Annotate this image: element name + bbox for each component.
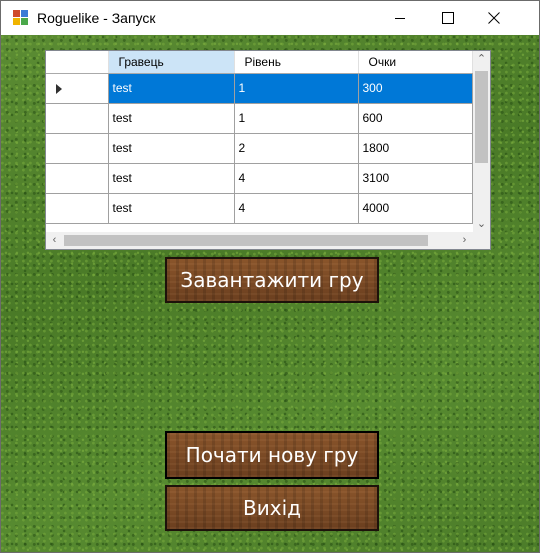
cell-level[interactable]: 2 — [234, 133, 359, 164]
load-game-button[interactable]: Завантажити гру — [165, 257, 379, 303]
scores-grid[interactable]: Гравець Рівень Очки test 1 300 test 1 60… — [45, 50, 491, 250]
grid-header-row: Гравець Рівень Очки — [46, 51, 473, 74]
minimize-button[interactable] — [377, 1, 423, 35]
maximize-icon — [442, 12, 454, 24]
table-row[interactable]: test 4 3100 — [46, 163, 473, 194]
scroll-right-icon[interactable]: › — [456, 232, 473, 249]
minimize-icon — [395, 18, 405, 19]
row-header[interactable] — [46, 73, 109, 104]
horizontal-scrollbar[interactable]: ‹ › — [46, 232, 473, 249]
scrollbar-corner — [473, 232, 490, 249]
row-header[interactable] — [46, 163, 109, 194]
row-pointer-icon — [56, 84, 62, 94]
title-bar[interactable]: Roguelike - Запуск — [1, 1, 539, 35]
cell-level[interactable]: 1 — [234, 103, 359, 134]
table-row[interactable]: test 1 300 — [46, 73, 473, 104]
close-icon — [488, 12, 500, 24]
cell-level[interactable]: 1 — [234, 73, 359, 104]
scores-table: Гравець Рівень Очки test 1 300 test 1 60… — [46, 51, 473, 224]
cell-player[interactable]: test — [108, 163, 235, 194]
vertical-scroll-thumb[interactable] — [475, 71, 488, 163]
app-window-icon — [13, 10, 29, 26]
column-header-level[interactable]: Рівень — [234, 51, 359, 74]
close-button[interactable] — [471, 1, 517, 35]
cell-player[interactable]: test — [108, 193, 235, 224]
cell-level[interactable]: 4 — [234, 163, 359, 194]
row-header[interactable] — [46, 193, 109, 224]
table-row[interactable]: test 1 600 — [46, 103, 473, 134]
row-header[interactable] — [46, 103, 109, 134]
row-header[interactable] — [46, 133, 109, 164]
app-window: Roguelike - Запуск Гравець Рівень Очки t… — [0, 0, 540, 553]
vertical-scrollbar[interactable]: ⌃ ⌄ — [473, 51, 490, 233]
scroll-left-icon[interactable]: ‹ — [46, 232, 63, 249]
cell-player[interactable]: test — [108, 133, 235, 164]
maximize-button[interactable] — [425, 1, 471, 35]
cell-score[interactable]: 3100 — [358, 163, 473, 194]
cell-score[interactable]: 4000 — [358, 193, 473, 224]
cell-player[interactable]: test — [108, 73, 235, 104]
exit-button[interactable]: Вихід — [165, 485, 379, 531]
window-title: Roguelike - Запуск — [37, 10, 156, 26]
client-area: Гравець Рівень Очки test 1 300 test 1 60… — [1, 35, 539, 552]
scroll-down-icon[interactable]: ⌄ — [473, 216, 490, 233]
cell-score[interactable]: 600 — [358, 103, 473, 134]
column-header-player[interactable]: Гравець — [108, 51, 235, 74]
new-game-button[interactable]: Почати нову гру — [165, 431, 379, 479]
scroll-up-icon[interactable]: ⌃ — [473, 51, 490, 68]
column-header-score[interactable]: Очки — [358, 51, 473, 74]
horizontal-scroll-thumb[interactable] — [64, 235, 428, 246]
cell-level[interactable]: 4 — [234, 193, 359, 224]
table-row[interactable]: test 4 4000 — [46, 193, 473, 224]
row-header-corner — [46, 51, 109, 74]
cell-player[interactable]: test — [108, 103, 235, 134]
table-row[interactable]: test 2 1800 — [46, 133, 473, 164]
cell-score[interactable]: 300 — [358, 73, 473, 104]
cell-score[interactable]: 1800 — [358, 133, 473, 164]
